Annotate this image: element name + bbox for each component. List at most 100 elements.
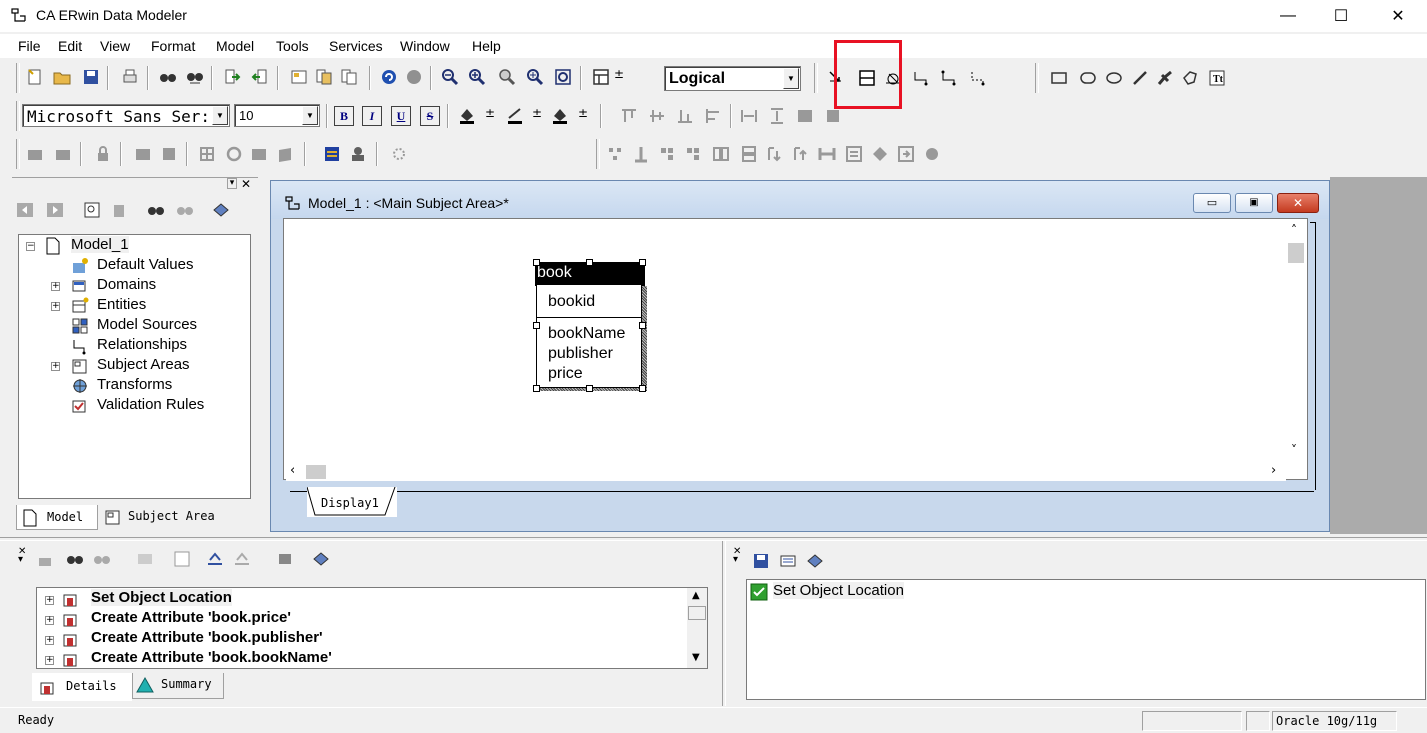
- non-identifying-relationship-icon[interactable]: [969, 69, 987, 87]
- log-row[interactable]: Create Attribute 'book.publisher': [91, 629, 323, 646]
- selection-handle[interactable]: [586, 385, 593, 392]
- toolbar-grip[interactable]: [16, 101, 20, 131]
- strikethrough-button[interactable]: S: [420, 106, 440, 126]
- tree-item-model-sources[interactable]: Model Sources: [97, 316, 197, 333]
- scroll-up-icon[interactable]: ˄: [1291, 223, 1297, 237]
- maximize-button[interactable]: ☐: [1318, 0, 1364, 32]
- chevron-down-icon[interactable]: ▼: [302, 106, 318, 125]
- scroll-right-icon[interactable]: ›: [1271, 463, 1276, 478]
- make-same-size-icon[interactable]: [796, 107, 814, 125]
- log-row[interactable]: Create Attribute 'book.bookName': [91, 649, 332, 666]
- log-redo-icon[interactable]: [233, 550, 251, 568]
- lock-icon[interactable]: [94, 145, 112, 163]
- move-down-icon[interactable]: [766, 145, 784, 163]
- expand-icon[interactable]: +: [45, 656, 54, 665]
- selection-handle[interactable]: [639, 259, 646, 266]
- model-view-select[interactable]: Logical ▼: [664, 66, 801, 91]
- transaction-pane-close-icon[interactable]: ✕ ▾: [733, 547, 741, 565]
- tree-item-entities[interactable]: Entities: [97, 296, 146, 313]
- transaction-save-icon[interactable]: [752, 552, 770, 570]
- log-lock-icon[interactable]: [36, 550, 54, 568]
- close-button[interactable]: ✕: [1375, 0, 1421, 32]
- toolbar-grip[interactable]: [1035, 63, 1039, 93]
- redo-icon[interactable]: [405, 68, 423, 86]
- resize-icon[interactable]: [818, 145, 836, 163]
- report-icon[interactable]: [290, 68, 308, 86]
- rounded-rectangle-tool-icon[interactable]: [1079, 69, 1097, 87]
- tab-model[interactable]: Model: [16, 505, 98, 530]
- align-middle-icon[interactable]: [648, 107, 666, 125]
- collapse-icon[interactable]: −: [26, 242, 35, 251]
- expand-icon[interactable]: +: [51, 362, 60, 371]
- reverse-engineer-icon[interactable]: [251, 68, 269, 86]
- selection-handle[interactable]: [639, 385, 646, 392]
- mart-settings-icon[interactable]: [390, 145, 408, 163]
- menu-model[interactable]: Model: [216, 38, 254, 54]
- save-icon[interactable]: [82, 68, 100, 86]
- entity-key-attribute[interactable]: bookid: [548, 293, 595, 311]
- refresh-icon[interactable]: [225, 145, 243, 163]
- vertical-scroll-thumb[interactable]: [1288, 243, 1304, 263]
- forward-engineer-icon[interactable]: [223, 68, 241, 86]
- layout-orthogonal-icon[interactable]: [684, 145, 702, 163]
- zoom-out-icon[interactable]: [441, 68, 459, 86]
- model-compare-icon[interactable]: [340, 68, 358, 86]
- zoom-normal-icon[interactable]: [498, 68, 516, 86]
- layout-rows-icon[interactable]: [740, 145, 758, 163]
- tree-item-domains[interactable]: Domains: [97, 276, 156, 293]
- selection-handle[interactable]: [586, 259, 593, 266]
- line-color-icon[interactable]: [506, 106, 524, 124]
- back-icon[interactable]: [16, 201, 34, 219]
- log-snapshot-icon[interactable]: [276, 550, 294, 568]
- merge-icon[interactable]: [198, 145, 216, 163]
- tree-item-transforms[interactable]: Transforms: [97, 376, 172, 393]
- space-horizontal-icon[interactable]: [740, 107, 758, 125]
- font-name-select[interactable]: Microsoft Sans Ser: ▼: [22, 104, 230, 127]
- transaction-list[interactable]: Set Object Location: [746, 579, 1426, 700]
- tree-item-subject-areas[interactable]: Subject Areas: [97, 356, 190, 373]
- polygon-tool-icon[interactable]: [1181, 69, 1199, 87]
- toolbar-grip[interactable]: [596, 139, 600, 169]
- expand-icon[interactable]: +: [51, 302, 60, 311]
- ellipse-tool-icon[interactable]: [1105, 69, 1123, 87]
- space-vertical-icon[interactable]: [768, 107, 786, 125]
- bold-button[interactable]: B: [334, 106, 354, 126]
- open-folder-icon[interactable]: [53, 68, 71, 86]
- toolbar-grip[interactable]: [16, 63, 20, 93]
- mart-library-icon[interactable]: [323, 145, 341, 163]
- log-row[interactable]: Create Attribute 'book.price': [91, 609, 291, 626]
- new-model-icon[interactable]: [26, 68, 44, 86]
- vertical-scrollbar[interactable]: ˄ ˅: [1287, 221, 1305, 461]
- menu-edit[interactable]: Edit: [58, 38, 82, 54]
- find-icon[interactable]: [159, 68, 177, 86]
- pane-menu-icon[interactable]: ▾: [227, 178, 237, 189]
- layout-tree-icon[interactable]: [632, 145, 650, 163]
- scroll-up-icon[interactable]: ▲: [692, 590, 700, 601]
- properties-editor-icon[interactable]: [83, 201, 101, 219]
- layout-hierarchical-icon[interactable]: [606, 145, 624, 163]
- move-up-icon[interactable]: [792, 145, 810, 163]
- entity-attribute[interactable]: bookName: [548, 325, 625, 343]
- line-color-dropdown-icon[interactable]: ±: [532, 106, 542, 120]
- fill-color-icon[interactable]: [458, 106, 476, 124]
- display-dropdown-arrow-icon[interactable]: ±: [614, 67, 624, 81]
- text-tool-icon[interactable]: Tt: [1208, 69, 1226, 87]
- zoom-area-icon[interactable]: [554, 68, 572, 86]
- mart-save-icon[interactable]: [54, 145, 72, 163]
- transaction-list-icon[interactable]: [779, 552, 797, 570]
- tab-subject-area[interactable]: Subject Area: [98, 505, 228, 530]
- tab-summary[interactable]: Summary: [132, 673, 224, 699]
- undo-icon[interactable]: [380, 68, 398, 86]
- menu-file[interactable]: File: [18, 38, 41, 54]
- explorer-gripper[interactable]: [12, 177, 258, 183]
- mart-user-icon[interactable]: [349, 145, 367, 163]
- toolbar-grip[interactable]: [814, 63, 818, 93]
- polyline-tool-icon[interactable]: [1156, 69, 1174, 87]
- model-tree[interactable]: − Model_1 Default Values + Domains + Ent…: [18, 234, 251, 499]
- display-level-icon[interactable]: [592, 68, 610, 86]
- menu-format[interactable]: Format: [151, 38, 195, 54]
- selection-handle[interactable]: [533, 259, 540, 266]
- chevron-down-icon[interactable]: ▼: [212, 106, 228, 125]
- many-to-many-relationship-icon[interactable]: [940, 69, 958, 87]
- horizontal-scroll-thumb[interactable]: [306, 465, 326, 479]
